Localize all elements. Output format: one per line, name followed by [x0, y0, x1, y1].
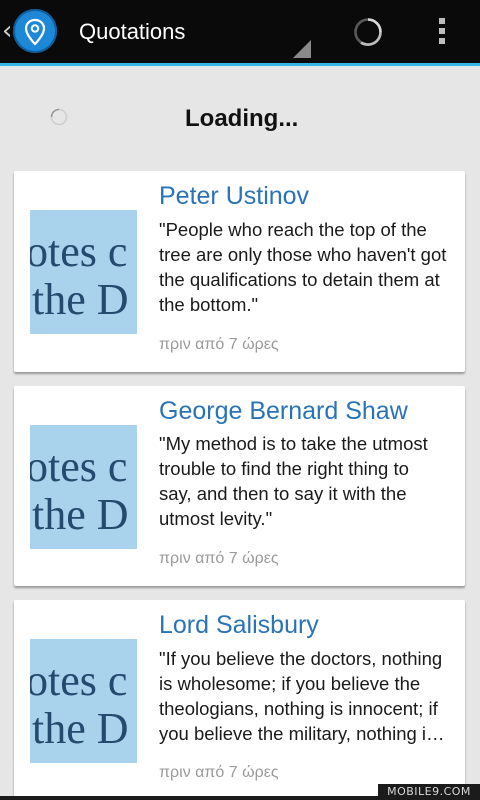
action-bar: ‹ Quotations	[0, 0, 480, 66]
quote-text: "My method is to take the utmost trouble…	[159, 433, 428, 529]
thumb-line-2: the D	[32, 704, 129, 753]
loading-text: Loading...	[185, 105, 299, 132]
quote-author: Lord Salisbury	[159, 611, 319, 639]
thumb-line-2: the D	[32, 490, 129, 539]
thumb-line-1: otes c	[30, 656, 127, 705]
quote-thumbnail: otes c the D	[30, 210, 137, 334]
quote-author: George Bernard Shaw	[159, 397, 408, 425]
thumb-line-2: the D	[32, 275, 129, 324]
location-pin-icon[interactable]	[13, 9, 57, 53]
quote-timestamp: πριν από 7 ώρες	[159, 336, 279, 353]
quote-timestamp: πριν από 7 ώρες	[159, 550, 279, 567]
quote-author: Peter Ustinov	[159, 182, 310, 210]
quote-text: "People who reach the top of the tree ar…	[159, 219, 447, 315]
quote-text: "If you believe the doctors, nothing is …	[159, 648, 445, 744]
dropdown-corner-icon[interactable]	[293, 40, 311, 58]
quote-thumbnail: otes c the D	[30, 425, 137, 549]
bottom-divider	[0, 796, 378, 800]
chevron-left-icon[interactable]: ‹	[2, 18, 12, 44]
progress-spinner-icon	[354, 18, 382, 46]
app-title: Quotations	[79, 19, 186, 44]
watermark: MOBILE9.COM	[378, 784, 480, 800]
quote-card[interactable]: otes c the D Lord Salisbury "If you beli…	[14, 600, 465, 800]
loading-indicator: Loading...	[0, 69, 480, 167]
thumb-line-1: otes c	[30, 227, 127, 276]
thumb-line-1: otes c	[30, 442, 127, 491]
loading-spinner-icon	[50, 108, 68, 126]
overflow-menu-icon[interactable]	[430, 14, 454, 52]
quote-card[interactable]: otes c the D George Bernard Shaw "My met…	[14, 386, 465, 586]
quote-timestamp: πριν από 7 ώρες	[159, 764, 279, 781]
quote-card[interactable]: otes c the D Peter Ustinov "People who r…	[14, 171, 465, 372]
quote-thumbnail: otes c the D	[30, 639, 137, 763]
